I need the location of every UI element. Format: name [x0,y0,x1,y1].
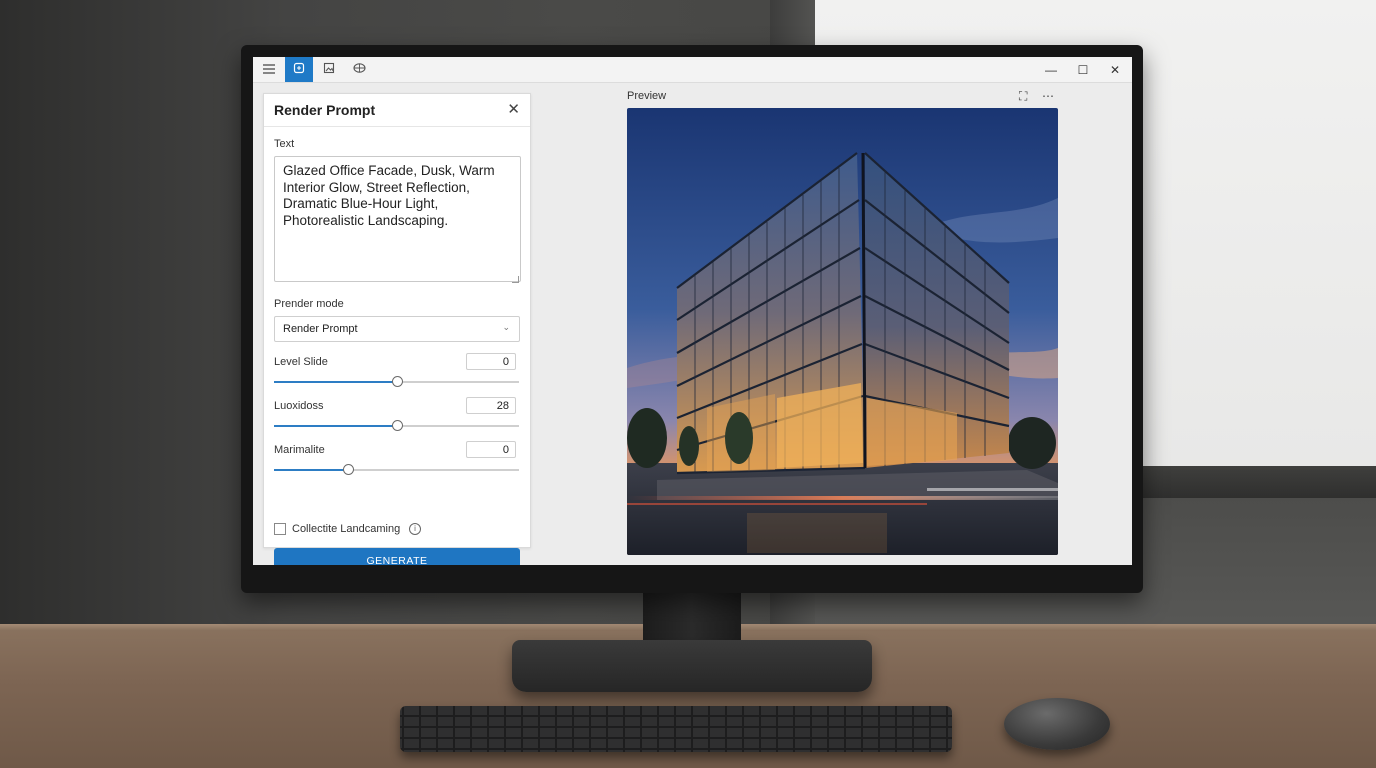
render-mode-select[interactable]: Render Prompt ⌄ [274,316,520,342]
mouse [1004,698,1110,750]
preview-image [627,108,1058,555]
app-window: — ☐ ✕ Render Prompt ✕ Text Prender mode … [253,57,1132,565]
render-icon [293,62,305,77]
monitor-stand-base [512,640,872,692]
luoxidoss-slider[interactable] [274,420,519,432]
marimalite-slider[interactable] [274,464,519,476]
generate-button[interactable]: GENERATE [274,548,520,565]
landscaping-checkbox[interactable] [274,523,286,535]
title-bar: — ☐ ✕ [253,57,1132,83]
minimize-button[interactable]: — [1035,57,1067,82]
render-mode-label: Prender mode [274,298,344,310]
slider-fill [274,469,348,471]
menu-icon [263,63,275,77]
chevron-down-icon: ⌄ [502,322,510,332]
slider-value-luoxidoss[interactable]: 28 [466,397,516,414]
slider-thumb[interactable] [391,376,403,387]
generate-button-label: GENERATE [366,554,428,566]
info-icon[interactable]: i [409,523,421,535]
slider-fill [274,381,397,383]
slider-value-level[interactable]: 0 [466,353,516,370]
maximize-icon: ☐ [1077,62,1089,77]
3d-view-icon [352,62,366,77]
menu-button[interactable] [255,57,283,82]
slider-thumb[interactable] [391,420,403,431]
level-slider[interactable] [274,376,519,388]
keyboard [400,706,952,752]
panel-title: Render Prompt [274,102,376,118]
image-icon [323,62,335,77]
panel-close-icon[interactable]: ✕ [507,100,520,118]
render-prompt-panel: Render Prompt ✕ Text Prender mode Render… [263,93,531,565]
slider-label-luoxidoss: Luoxidoss [274,400,324,412]
panel-header: Render Prompt ✕ [264,94,530,127]
slider-fill [274,425,397,427]
render-mode-value: Render Prompt [283,323,358,335]
view-3d-tab-button[interactable] [345,57,373,82]
maximize-button[interactable]: ☐ [1067,57,1099,82]
landscaping-checkbox-label[interactable]: Collectite Landcaming [292,523,400,535]
slider-thumb[interactable] [342,464,354,475]
rendered-building-image [627,108,1058,555]
text-label: Text [274,138,295,150]
prompt-textarea[interactable] [274,156,521,282]
close-icon: ✕ [1109,62,1121,77]
slider-value-marimalite[interactable]: 0 [466,441,516,458]
resize-grip-icon[interactable] [512,276,519,283]
slider-label-marimalite: Marimalite [274,444,325,456]
render-tab-button[interactable] [285,57,313,82]
image-tab-button[interactable] [315,57,343,82]
more-options-icon[interactable]: ⋯ [1042,89,1054,103]
slider-label-level: Level Slide [274,356,328,368]
preview-label: Preview [627,90,667,102]
minimize-icon: — [1045,62,1057,77]
fit-view-icon[interactable]: ⛶ [1019,89,1027,104]
close-window-button[interactable]: ✕ [1099,57,1131,82]
